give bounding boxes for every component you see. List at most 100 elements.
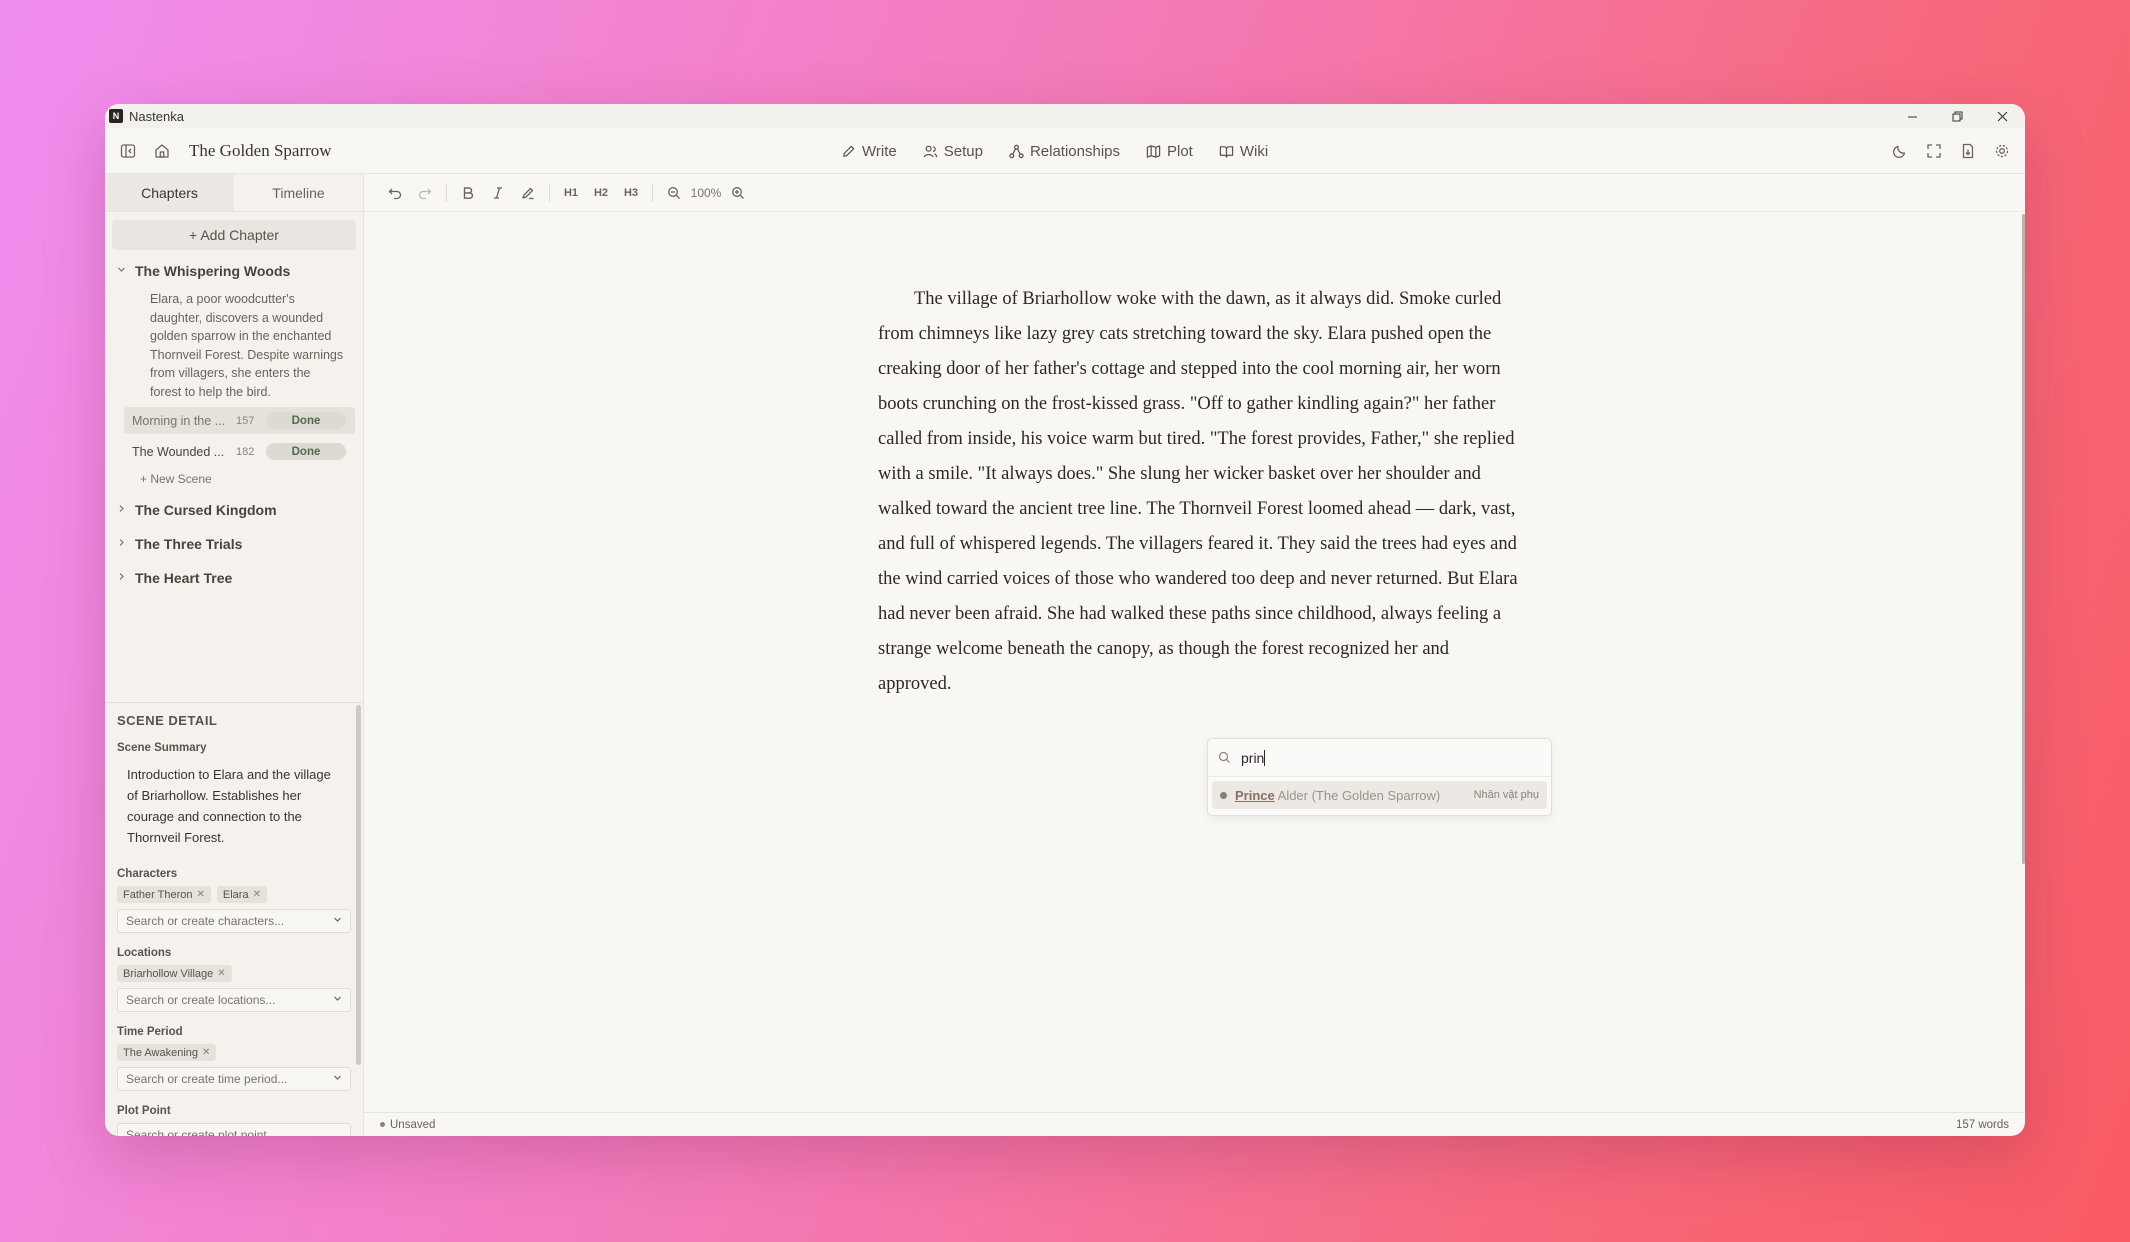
editor-pane: H1 H2 H3 100% The village of Briarhollow… bbox=[364, 174, 2025, 1136]
undo-icon[interactable] bbox=[380, 180, 410, 206]
mention-search-input[interactable]: prin bbox=[1208, 739, 1551, 777]
users-icon bbox=[923, 145, 937, 157]
chapter-the-three-trials[interactable]: The Three Trials bbox=[105, 531, 363, 557]
status-bar: Unsaved 157 words bbox=[364, 1112, 2025, 1136]
add-chapter-button[interactable]: + Add Chapter bbox=[112, 220, 356, 250]
mention-result-item[interactable]: Prince Alder (The Golden Sparrow) Nhân v… bbox=[1212, 781, 1547, 809]
minimize-icon[interactable] bbox=[1890, 104, 1935, 128]
main-area: Chapters Timeline + Add Chapter The Whis… bbox=[105, 174, 2025, 1136]
unsaved-dot-icon bbox=[380, 1122, 385, 1127]
format-toolbar: H1 H2 H3 100% bbox=[364, 174, 2025, 212]
toolbar-divider bbox=[549, 183, 550, 202]
zoom-in-icon[interactable] bbox=[723, 180, 753, 206]
remove-x-icon[interactable]: ✕ bbox=[217, 968, 225, 979]
word-count: 157 words bbox=[1955, 1118, 2009, 1131]
characters-placeholder: Search or create characters... bbox=[126, 914, 285, 928]
character-chip: Father Theron ✕ bbox=[117, 886, 211, 903]
window-controls bbox=[1890, 104, 2025, 128]
chevron-down-icon bbox=[333, 994, 342, 1006]
scene-status-badge[interactable]: Done bbox=[266, 443, 346, 460]
characters-search-input[interactable]: Search or create characters... bbox=[117, 909, 351, 933]
chevron-right-icon bbox=[117, 572, 127, 584]
nav-relationships[interactable]: Relationships bbox=[1009, 143, 1120, 160]
characters-chips: Father Theron ✕ Elara ✕ bbox=[117, 886, 351, 903]
nav-plot[interactable]: Plot bbox=[1146, 143, 1193, 160]
header-actions bbox=[1889, 140, 2013, 162]
chapter-the-heart-tree[interactable]: The Heart Tree bbox=[105, 565, 363, 591]
bold-icon[interactable] bbox=[453, 180, 483, 206]
italic-icon[interactable] bbox=[483, 180, 513, 206]
chapter-the-whispering-woods[interactable]: The Whispering Woods bbox=[105, 258, 363, 284]
mention-result-role: Nhân vật phụ bbox=[1473, 789, 1539, 801]
chip-label: Elara bbox=[222, 888, 249, 901]
locations-placeholder: Search or create locations... bbox=[126, 993, 276, 1007]
chip-label: The Awakening bbox=[123, 1046, 199, 1059]
zoom-out-icon[interactable] bbox=[659, 180, 689, 206]
nav-wiki-label: Wiki bbox=[1239, 142, 1269, 160]
chip-label: Father Theron bbox=[123, 888, 193, 901]
settings-gear-icon[interactable] bbox=[1991, 140, 2013, 162]
editor-scrollbar[interactable] bbox=[2022, 214, 2025, 864]
chapter-summary: Elara, a poor woodcutter's daughter, dis… bbox=[150, 292, 344, 399]
document-title: The Golden Sparrow bbox=[189, 140, 332, 160]
chapter-the-cursed-kingdom[interactable]: The Cursed Kingdom bbox=[105, 497, 363, 523]
mention-query: prin bbox=[1241, 749, 1265, 766]
scene-status-badge[interactable]: Done bbox=[266, 412, 346, 429]
app-window: N Nastenka The Golden Sparrow Write Setu… bbox=[105, 104, 2025, 1136]
scene-summary-label: Scene Summary bbox=[117, 742, 207, 754]
nav-wiki[interactable]: Wiki bbox=[1219, 143, 1268, 160]
plot-point-search-input[interactable]: Search or create plot point... bbox=[117, 1123, 351, 1136]
app-logo: N bbox=[109, 109, 123, 123]
locations-search-input[interactable]: Search or create locations... bbox=[117, 988, 351, 1012]
mention-popup: prin Prince Alder (The Golden Sparrow) N… bbox=[1207, 738, 1552, 816]
fullscreen-icon[interactable] bbox=[1923, 140, 1945, 162]
book-icon bbox=[1219, 145, 1234, 158]
remove-x-icon[interactable]: ✕ bbox=[253, 889, 261, 900]
scene-item[interactable]: Morning in the ... 157 Done bbox=[124, 407, 355, 434]
locations-label: Locations bbox=[117, 947, 172, 959]
redo-icon[interactable] bbox=[410, 180, 440, 206]
highlighter-icon[interactable] bbox=[513, 180, 543, 206]
chevron-right-icon bbox=[117, 538, 127, 550]
tab-timeline[interactable]: Timeline bbox=[234, 174, 363, 211]
chip-label: Briarhollow Village bbox=[123, 967, 214, 980]
remove-x-icon[interactable]: ✕ bbox=[202, 1047, 210, 1058]
scene-name: The Wounded ... bbox=[132, 444, 225, 459]
chevron-right-icon bbox=[117, 504, 127, 516]
chevron-down-icon bbox=[117, 265, 127, 277]
nav-write[interactable]: Write bbox=[841, 143, 897, 160]
export-icon[interactable] bbox=[1957, 140, 1979, 162]
heading-2-button[interactable]: H2 bbox=[586, 180, 616, 206]
nav-setup[interactable]: Setup bbox=[923, 143, 983, 160]
location-chip: Briarhollow Village ✕ bbox=[117, 965, 232, 982]
time-period-chips: The Awakening ✕ bbox=[117, 1044, 351, 1061]
scene-summary-field[interactable]: Introduction to Elara and the village of… bbox=[117, 760, 351, 856]
time-period-search-input[interactable]: Search or create time period... bbox=[117, 1067, 351, 1091]
tab-chapters[interactable]: Chapters bbox=[105, 174, 234, 211]
chapter-title: The Heart Tree bbox=[135, 570, 233, 586]
search-icon bbox=[1218, 751, 1230, 763]
heading-1-button[interactable]: H1 bbox=[556, 180, 586, 206]
moon-icon[interactable] bbox=[1889, 140, 1911, 162]
close-icon[interactable] bbox=[1980, 104, 2025, 128]
scene-name: Morning in the ... bbox=[132, 413, 226, 428]
chevron-down-icon bbox=[333, 915, 342, 927]
scene-item[interactable]: The Wounded ... 182 Done bbox=[124, 438, 355, 465]
app-header: The Golden Sparrow Write Setup Relations… bbox=[105, 128, 2025, 174]
toolbar-divider bbox=[446, 183, 447, 202]
sidebar-tabs: Chapters Timeline bbox=[105, 174, 363, 212]
text-caret bbox=[1264, 749, 1266, 766]
sidebar-toggle-icon[interactable] bbox=[117, 140, 139, 162]
manuscript-text[interactable]: The village of Briarhollow woke with the… bbox=[878, 282, 1518, 702]
remove-x-icon[interactable]: ✕ bbox=[197, 889, 205, 900]
scene-detail-scrollbar[interactable] bbox=[356, 705, 361, 1065]
heading-3-button[interactable]: H3 bbox=[616, 180, 646, 206]
plot-point-placeholder: Search or create plot point... bbox=[126, 1128, 277, 1136]
network-icon bbox=[1009, 144, 1024, 158]
home-icon[interactable] bbox=[151, 140, 173, 162]
editor-canvas[interactable]: The village of Briarhollow woke with the… bbox=[364, 212, 2025, 1112]
restore-icon[interactable] bbox=[1935, 104, 1980, 128]
nav-write-label: Write bbox=[862, 142, 897, 160]
time-period-placeholder: Search or create time period... bbox=[126, 1072, 288, 1086]
new-scene-button[interactable]: + New Scene bbox=[140, 469, 363, 489]
